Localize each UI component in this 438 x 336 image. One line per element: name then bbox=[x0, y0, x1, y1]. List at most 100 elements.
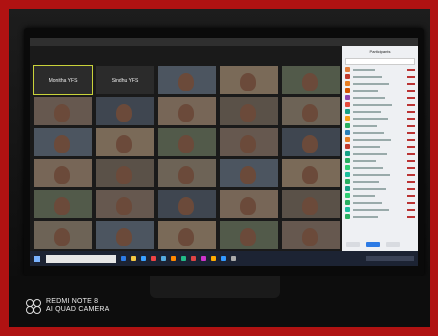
participant-video-tile[interactable] bbox=[34, 221, 92, 249]
participant-list-item[interactable] bbox=[342, 108, 418, 115]
taskbar-search-input[interactable] bbox=[46, 254, 116, 263]
participant-list-item[interactable] bbox=[342, 192, 418, 199]
participant-list-item[interactable] bbox=[342, 150, 418, 157]
participant-name-text bbox=[353, 103, 392, 106]
participant-avatar bbox=[345, 151, 350, 156]
participant-list-item[interactable] bbox=[342, 115, 418, 122]
participant-avatar bbox=[345, 165, 350, 170]
participant-video-tile[interactable] bbox=[34, 97, 92, 125]
mic-camera-status-icon bbox=[407, 180, 415, 183]
participant-list-item[interactable] bbox=[342, 178, 418, 185]
participant-video-tile[interactable] bbox=[282, 97, 340, 125]
participant-list-item[interactable] bbox=[342, 171, 418, 178]
participant-video-tile[interactable] bbox=[282, 190, 340, 218]
camera-lens-icon bbox=[26, 299, 41, 314]
taskbar-app-icon[interactable] bbox=[181, 256, 186, 261]
participant-avatar bbox=[345, 116, 350, 121]
participant-video-tile[interactable] bbox=[282, 66, 340, 94]
mic-camera-status-icon bbox=[407, 117, 415, 120]
participant-video-tile[interactable] bbox=[220, 221, 278, 249]
participant-face bbox=[54, 104, 70, 122]
monitor-stand bbox=[150, 276, 280, 298]
participant-list-item[interactable] bbox=[342, 143, 418, 150]
participant-video-tile[interactable] bbox=[282, 159, 340, 187]
participant-list-item[interactable] bbox=[342, 94, 418, 101]
participant-avatar bbox=[345, 67, 350, 72]
taskbar-app-icon[interactable] bbox=[141, 256, 146, 261]
mic-camera-status-icon bbox=[407, 68, 415, 71]
participant-video-tile[interactable] bbox=[282, 128, 340, 156]
mic-camera-status-icon bbox=[407, 75, 415, 78]
participant-face bbox=[178, 166, 194, 184]
participant-video-tile[interactable]: Sindhu YFS bbox=[96, 66, 154, 94]
participant-video-tile[interactable] bbox=[34, 190, 92, 218]
participant-list-item[interactable] bbox=[342, 66, 418, 73]
more-button[interactable] bbox=[386, 242, 400, 247]
participant-face bbox=[302, 228, 318, 246]
participant-video-tile[interactable] bbox=[96, 190, 154, 218]
monitor-screen: Monitha YFS Sindhu YFS Participants bbox=[30, 38, 418, 266]
participant-face bbox=[240, 104, 256, 122]
participant-list-item[interactable] bbox=[342, 101, 418, 108]
participant-name-text bbox=[353, 75, 382, 78]
participant-list-item[interactable] bbox=[342, 87, 418, 94]
mic-camera-status-icon bbox=[407, 131, 415, 134]
participant-face bbox=[54, 166, 70, 184]
participant-list-item[interactable] bbox=[342, 199, 418, 206]
participant-video-tile[interactable] bbox=[96, 128, 154, 156]
participant-avatar bbox=[345, 88, 350, 93]
participant-list-item[interactable] bbox=[342, 73, 418, 80]
participant-name-text bbox=[353, 124, 377, 127]
participant-list-item[interactable] bbox=[342, 206, 418, 213]
participant-list-item[interactable] bbox=[342, 129, 418, 136]
taskbar-app-icon[interactable] bbox=[221, 256, 226, 261]
participant-video-tile[interactable] bbox=[220, 97, 278, 125]
taskbar-app-icon[interactable] bbox=[171, 256, 176, 261]
participants-search-input[interactable] bbox=[345, 58, 415, 65]
participant-video-tile[interactable] bbox=[220, 128, 278, 156]
participant-name-text bbox=[353, 180, 379, 183]
participant-video-tile[interactable]: Monitha YFS bbox=[33, 65, 93, 95]
participant-video-tile[interactable] bbox=[158, 159, 216, 187]
participant-video-tile[interactable] bbox=[34, 159, 92, 187]
participant-face bbox=[54, 135, 70, 153]
participant-name-text bbox=[353, 159, 376, 162]
mute-all-button[interactable] bbox=[366, 242, 380, 247]
participant-video-tile[interactable] bbox=[220, 190, 278, 218]
taskbar-icons bbox=[116, 256, 236, 261]
participant-avatar bbox=[345, 144, 350, 149]
participant-video-tile[interactable] bbox=[158, 97, 216, 125]
participant-name-text bbox=[353, 208, 389, 211]
participant-video-tile[interactable] bbox=[96, 221, 154, 249]
participant-list-item[interactable] bbox=[342, 185, 418, 192]
participant-list-item[interactable] bbox=[342, 136, 418, 143]
participant-list-item[interactable] bbox=[342, 164, 418, 171]
mic-camera-status-icon bbox=[407, 215, 415, 218]
participant-video-tile[interactable] bbox=[158, 128, 216, 156]
participant-list-item[interactable] bbox=[342, 213, 418, 220]
windows-start-icon[interactable] bbox=[34, 255, 40, 262]
participant-avatar bbox=[345, 130, 350, 135]
taskbar-app-icon[interactable] bbox=[231, 256, 236, 261]
mic-camera-status-icon bbox=[407, 96, 415, 99]
participant-video-tile[interactable] bbox=[220, 159, 278, 187]
taskbar-app-icon[interactable] bbox=[191, 256, 196, 261]
participant-video-tile[interactable] bbox=[220, 66, 278, 94]
taskbar-app-icon[interactable] bbox=[151, 256, 156, 261]
participant-video-tile[interactable] bbox=[282, 221, 340, 249]
participant-video-tile[interactable] bbox=[158, 66, 216, 94]
participant-list-item[interactable] bbox=[342, 157, 418, 164]
participant-video-tile[interactable] bbox=[96, 159, 154, 187]
taskbar-app-icon[interactable] bbox=[161, 256, 166, 261]
taskbar-app-icon[interactable] bbox=[121, 256, 126, 261]
participant-video-tile[interactable] bbox=[96, 97, 154, 125]
taskbar-app-icon[interactable] bbox=[131, 256, 136, 261]
participant-video-tile[interactable] bbox=[158, 221, 216, 249]
taskbar-app-icon[interactable] bbox=[211, 256, 216, 261]
taskbar-app-icon[interactable] bbox=[201, 256, 206, 261]
participant-video-tile[interactable] bbox=[158, 190, 216, 218]
participant-list-item[interactable] bbox=[342, 122, 418, 129]
participant-video-tile[interactable] bbox=[34, 128, 92, 156]
participant-list-item[interactable] bbox=[342, 80, 418, 87]
invite-button[interactable] bbox=[346, 242, 360, 247]
